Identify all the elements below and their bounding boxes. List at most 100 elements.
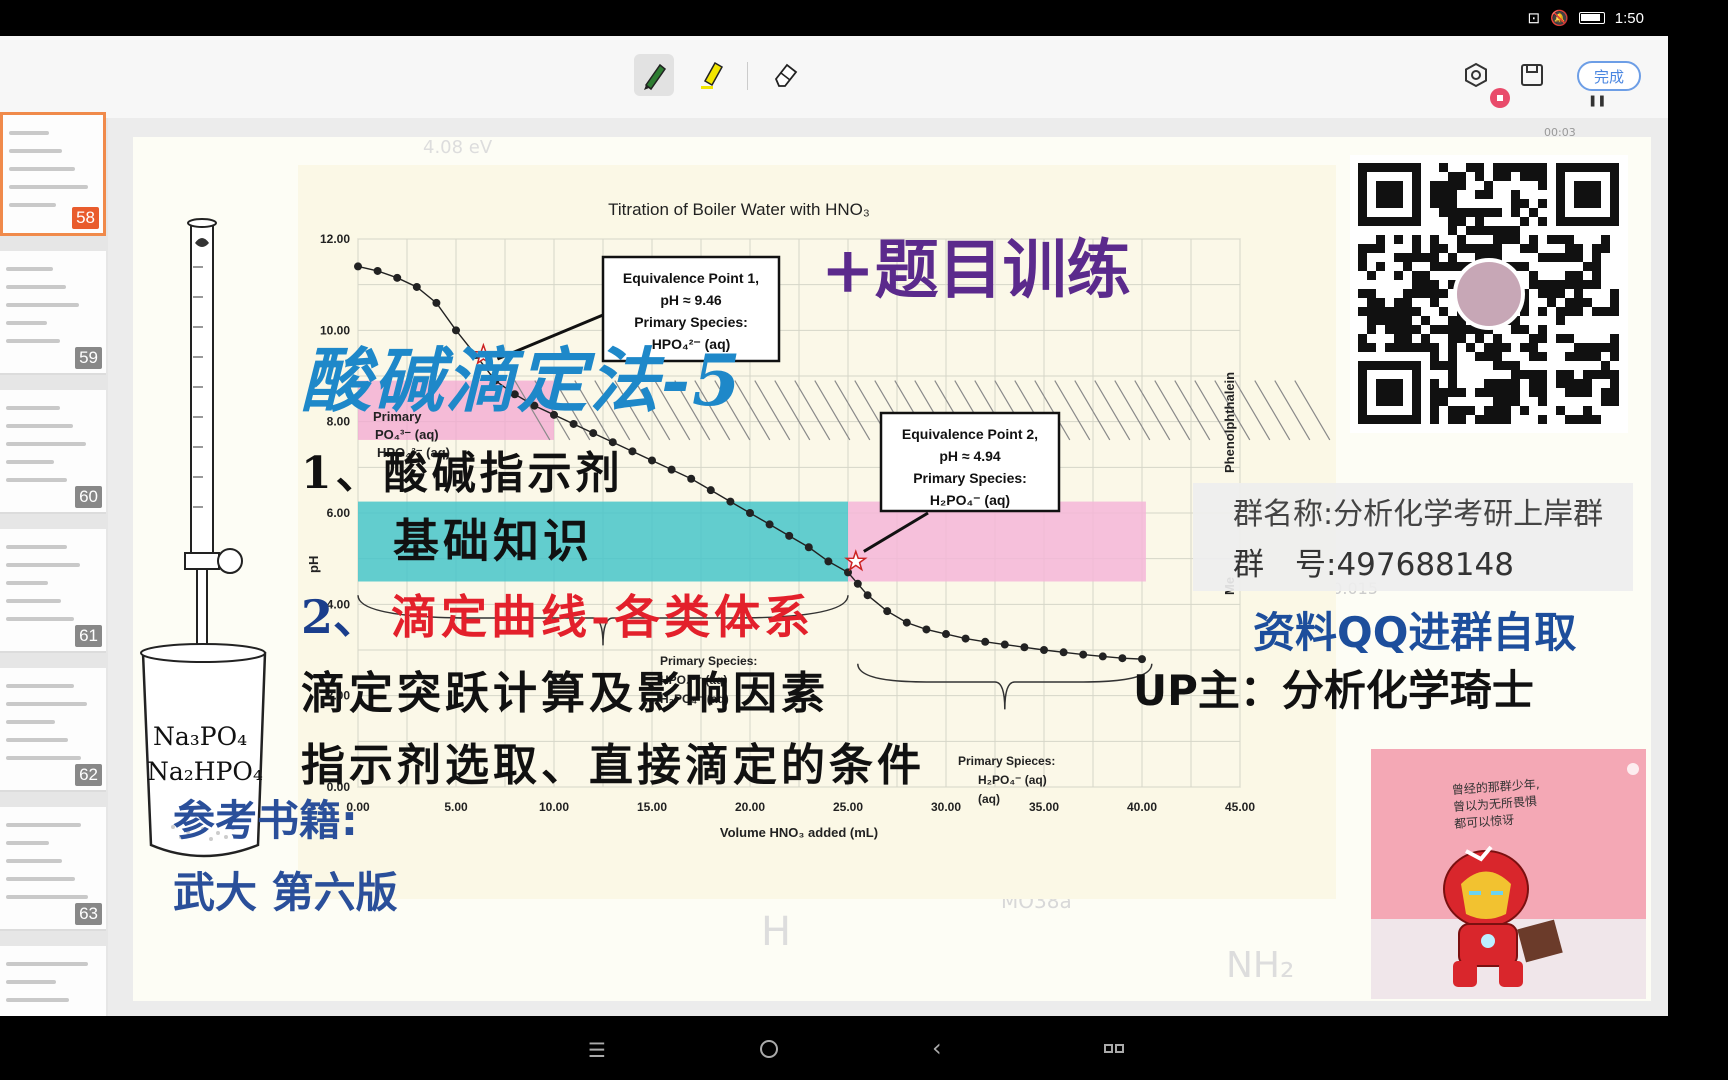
qr-module xyxy=(1448,316,1457,325)
record-stop-button[interactable] xyxy=(1490,88,1510,108)
x-tick-label: 45.00 xyxy=(1225,800,1255,814)
qr-module xyxy=(1502,163,1511,172)
slide-thumbnail-panel[interactable]: 58 59 60 61 62 63 64 xyxy=(0,112,108,1016)
pause-icon: ❚❚ xyxy=(1588,94,1607,107)
qr-module xyxy=(1511,208,1520,217)
qr-module xyxy=(1556,253,1565,262)
qr-module xyxy=(1448,208,1457,217)
recents-nav-button[interactable] xyxy=(1104,1042,1124,1056)
qr-module xyxy=(1565,334,1574,343)
qr-module xyxy=(1439,208,1448,217)
slide-thumbnail[interactable]: 59 xyxy=(0,251,106,375)
highlighter-tool-button[interactable] xyxy=(692,54,732,96)
qr-module xyxy=(1394,343,1403,352)
thumbnail-text-line xyxy=(9,131,49,135)
slide-thumbnail[interactable]: 63 xyxy=(0,807,106,931)
slide-thumbnail[interactable]: 64 xyxy=(0,946,106,1016)
qr-module xyxy=(1403,307,1412,316)
qr-module xyxy=(1430,388,1439,397)
qr-code[interactable] xyxy=(1350,155,1628,433)
slide-thumbnail[interactable]: 60 xyxy=(0,390,106,514)
qr-module xyxy=(1538,217,1547,226)
qr-module xyxy=(1358,289,1367,298)
qr-module xyxy=(1394,334,1403,343)
qr-module xyxy=(1520,343,1529,352)
qr-module xyxy=(1466,406,1475,415)
qr-module xyxy=(1511,235,1520,244)
qr-module xyxy=(1556,316,1565,325)
done-button[interactable]: 完成 xyxy=(1577,61,1641,91)
qr-module xyxy=(1493,163,1502,172)
qr-module xyxy=(1430,406,1439,415)
qr-module xyxy=(1430,289,1439,298)
qr-module xyxy=(1520,370,1529,379)
slide-thumbnail[interactable]: 61 xyxy=(0,529,106,653)
clock: 1:50 xyxy=(1614,9,1644,27)
qr-module xyxy=(1610,397,1619,406)
qr-module xyxy=(1403,325,1412,334)
qr-module xyxy=(1502,406,1511,415)
slide-thumbnail[interactable]: 58 xyxy=(0,112,106,236)
phenolphthalein-label: Phenolphthalein xyxy=(1222,372,1237,473)
x-tick-label: 30.00 xyxy=(931,800,961,814)
qr-module xyxy=(1430,352,1439,361)
eraser-tool-button[interactable] xyxy=(765,54,805,96)
thumbnail-text-line xyxy=(6,720,55,724)
x-tick-label: 40.00 xyxy=(1127,800,1157,814)
slide-thumbnail[interactable]: 62 xyxy=(0,668,106,792)
qr-module xyxy=(1556,334,1565,343)
thumbnail-text-line xyxy=(6,406,60,410)
qr-module xyxy=(1484,415,1493,424)
qr-module xyxy=(1412,253,1421,262)
titration-data-point xyxy=(589,429,598,438)
beaker-label-na3po4: Na₃PO₄ xyxy=(153,722,248,751)
qr-module xyxy=(1448,352,1457,361)
qr-module xyxy=(1565,388,1574,397)
qr-module xyxy=(1484,343,1493,352)
qr-module xyxy=(1574,253,1583,262)
qr-module xyxy=(1538,163,1547,172)
qr-module xyxy=(1448,181,1457,190)
qr-module xyxy=(1520,262,1529,271)
topic-2-text: 滴定曲线-各类体系 xyxy=(391,590,815,644)
back-nav-button[interactable]: ‹ xyxy=(932,1034,942,1062)
thumbnail-text-line xyxy=(6,478,67,482)
qr-module xyxy=(1430,379,1439,388)
pen-tool-button[interactable] xyxy=(634,54,674,96)
qr-module xyxy=(1430,325,1439,334)
titration-data-point xyxy=(1118,654,1127,663)
settings-button[interactable] xyxy=(1456,54,1496,96)
qr-module xyxy=(1412,271,1421,280)
qr-module xyxy=(1574,298,1583,307)
home-nav-button[interactable] xyxy=(760,1040,778,1058)
main-title: 酸碱滴定法-5 xyxy=(301,339,743,422)
menu-nav-button[interactable]: ☰ xyxy=(588,1038,606,1062)
qr-module xyxy=(1538,415,1547,424)
slide-canvas[interactable]: 4.08 eV MO38a NH₂ H f = 0.015 xyxy=(133,137,1651,1001)
qr-module xyxy=(1511,163,1520,172)
qr-module xyxy=(1520,244,1529,253)
titration-data-point xyxy=(863,591,872,600)
titration-data-point xyxy=(373,266,382,275)
qr-module xyxy=(1583,280,1592,289)
qr-module xyxy=(1466,244,1475,253)
qr-module xyxy=(1448,388,1457,397)
qr-module xyxy=(1520,325,1529,334)
qr-module xyxy=(1610,370,1619,379)
qr-module xyxy=(1511,199,1520,208)
qr-module xyxy=(1457,217,1466,226)
qr-module xyxy=(1529,235,1538,244)
save-button[interactable] xyxy=(1512,54,1552,96)
qr-module xyxy=(1367,298,1376,307)
thumbnail-text-line xyxy=(6,424,73,428)
titration-data-point xyxy=(824,557,833,566)
qr-module xyxy=(1403,334,1412,343)
qr-module xyxy=(1421,316,1430,325)
qr-module xyxy=(1412,244,1421,253)
qr-module xyxy=(1439,262,1448,271)
background-ev-text: 4.08 eV xyxy=(423,137,493,158)
topic-1-subtitle: 基础知识 xyxy=(393,514,593,568)
save-icon xyxy=(1521,64,1543,86)
qr-module xyxy=(1448,343,1457,352)
qr-module xyxy=(1376,307,1385,316)
